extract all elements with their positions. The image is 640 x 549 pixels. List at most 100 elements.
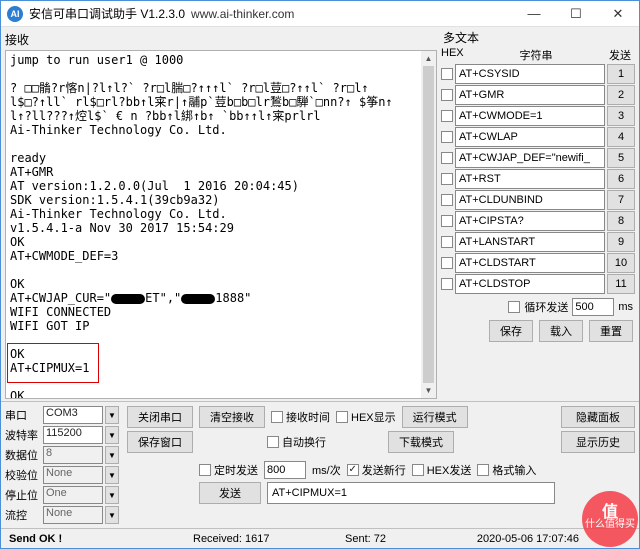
- drop-icon[interactable]: ▼: [105, 486, 119, 504]
- multi-header: HEX 字符串 发送: [441, 47, 635, 64]
- col-send: 发送: [605, 47, 635, 63]
- row-send-button[interactable]: 3: [607, 106, 635, 126]
- row-string-input[interactable]: [455, 253, 605, 273]
- vendor-url: www.ai-thinker.com: [191, 7, 294, 21]
- receive-text[interactable]: jump to run user1 @ 1000 ? □□䯚?r愘n|?l↑l?…: [6, 51, 436, 398]
- row-send-button[interactable]: 9: [607, 232, 635, 252]
- sel-port[interactable]: COM3: [43, 406, 103, 424]
- hide-panel-button[interactable]: 隐藏面板: [561, 406, 635, 428]
- timed-send-check[interactable]: 定时发送: [199, 462, 258, 478]
- row-string-input[interactable]: [455, 64, 605, 84]
- row-send-button[interactable]: 5: [607, 148, 635, 168]
- loop-checkbox[interactable]: [508, 301, 520, 313]
- scroll-track[interactable]: [421, 66, 436, 383]
- drop-icon[interactable]: ▼: [105, 426, 119, 444]
- row-string-input[interactable]: [455, 127, 605, 147]
- row-send-button[interactable]: 7: [607, 190, 635, 210]
- scroll-down-icon[interactable]: ▼: [421, 383, 436, 398]
- row-string-input[interactable]: [455, 190, 605, 210]
- row-string-input[interactable]: [455, 85, 605, 105]
- ms-label: ms: [618, 301, 633, 313]
- lbl-stopbits: 停止位: [5, 487, 41, 503]
- lbl-databits: 数据位: [5, 447, 41, 463]
- sel-parity[interactable]: None: [43, 466, 103, 484]
- port-settings: 串口 COM3 ▼ 波特率 115200 ▼ 数据位 8 ▼ 校验位 None …: [5, 406, 121, 524]
- row-hex-checkbox[interactable]: [441, 68, 453, 80]
- app-logo-icon: AI: [7, 6, 23, 22]
- load-preset-button[interactable]: 载入: [539, 320, 583, 342]
- status-time: 2020-05-06 17:07:46: [477, 533, 579, 545]
- row-hex-checkbox[interactable]: [441, 257, 453, 269]
- autowrap-check[interactable]: 自动换行: [267, 434, 326, 450]
- send-button[interactable]: 发送: [199, 482, 261, 504]
- msper-label: ms/次: [312, 462, 341, 478]
- row-string-input[interactable]: [455, 148, 605, 168]
- lbl-baud: 波特率: [5, 427, 41, 443]
- scrollbar[interactable]: ▲ ▼: [421, 51, 436, 398]
- row-hex-checkbox[interactable]: [441, 215, 453, 227]
- drop-icon[interactable]: ▼: [105, 406, 119, 424]
- drop-icon[interactable]: ▼: [105, 506, 119, 524]
- sel-baud[interactable]: 115200: [43, 426, 103, 444]
- multi-row: 3: [441, 106, 635, 126]
- col-string: 字符串: [467, 47, 605, 63]
- hexdisp-check[interactable]: HEX显示: [336, 409, 396, 425]
- bottom-panel: 串口 COM3 ▼ 波特率 115200 ▼ 数据位 8 ▼ 校验位 None …: [1, 401, 639, 528]
- clear-recv-button[interactable]: 清空接收: [199, 406, 265, 428]
- row-hex-checkbox[interactable]: [441, 89, 453, 101]
- row-send-button[interactable]: 1: [607, 64, 635, 84]
- sel-databits[interactable]: 8: [43, 446, 103, 464]
- show-history-button[interactable]: 显示历史: [561, 431, 635, 453]
- row-hex-checkbox[interactable]: [441, 173, 453, 185]
- scroll-thumb[interactable]: [423, 66, 434, 383]
- multi-label: 多文本: [441, 29, 635, 47]
- row-send-button[interactable]: 4: [607, 127, 635, 147]
- row-send-button[interactable]: 2: [607, 85, 635, 105]
- row-string-input[interactable]: [455, 211, 605, 231]
- row-hex-checkbox[interactable]: [441, 278, 453, 290]
- row-send-button[interactable]: 10: [607, 253, 635, 273]
- row-string-input[interactable]: [455, 274, 605, 294]
- multi-row: 6: [441, 169, 635, 189]
- status-received: Received: 1617: [193, 533, 269, 545]
- send-input[interactable]: [267, 482, 555, 504]
- save-preset-button[interactable]: 保存: [489, 320, 533, 342]
- status-sent: Sent: 72: [345, 533, 386, 545]
- fmtinput-check[interactable]: 格式输入: [477, 462, 536, 478]
- row-hex-checkbox[interactable]: [441, 194, 453, 206]
- download-mode-button[interactable]: 下载模式: [388, 431, 454, 453]
- close-port-button[interactable]: 关闭串口: [127, 406, 193, 428]
- row-hex-checkbox[interactable]: [441, 110, 453, 122]
- row-send-button[interactable]: 6: [607, 169, 635, 189]
- row-hex-checkbox[interactable]: [441, 131, 453, 143]
- newline-check[interactable]: 发送新行: [347, 462, 406, 478]
- timed-interval-input[interactable]: [264, 461, 306, 479]
- run-mode-button[interactable]: 运行模式: [402, 406, 468, 428]
- maximize-button[interactable]: ☐: [555, 1, 597, 27]
- row-hex-checkbox[interactable]: [441, 236, 453, 248]
- row-string-input[interactable]: [455, 169, 605, 189]
- row-send-button[interactable]: 11: [607, 274, 635, 294]
- row-string-input[interactable]: [455, 106, 605, 126]
- row-send-button[interactable]: 8: [607, 211, 635, 231]
- status-bar: Send OK ! Received: 1617 Sent: 72 2020-0…: [1, 528, 639, 548]
- close-button[interactable]: ✕: [597, 1, 639, 27]
- drop-icon[interactable]: ▼: [105, 466, 119, 484]
- multi-row: 1: [441, 64, 635, 84]
- reset-preset-button[interactable]: 重置: [589, 320, 633, 342]
- save-window-button[interactable]: 保存窗口: [127, 431, 193, 453]
- lbl-flow: 流控: [5, 507, 41, 523]
- row-hex-checkbox[interactable]: [441, 152, 453, 164]
- multi-row: 10: [441, 253, 635, 273]
- scroll-up-icon[interactable]: ▲: [421, 51, 436, 66]
- hexsend-check[interactable]: HEX发送: [412, 462, 472, 478]
- sel-flow[interactable]: None: [43, 506, 103, 524]
- recvtime-check[interactable]: 接收时间: [271, 409, 330, 425]
- row-string-input[interactable]: [455, 232, 605, 252]
- status-ok: Send OK !: [9, 533, 62, 545]
- multi-row: 4: [441, 127, 635, 147]
- loop-interval-input[interactable]: [572, 298, 614, 316]
- minimize-button[interactable]: —: [513, 1, 555, 27]
- sel-stopbits[interactable]: One: [43, 486, 103, 504]
- drop-icon[interactable]: ▼: [105, 446, 119, 464]
